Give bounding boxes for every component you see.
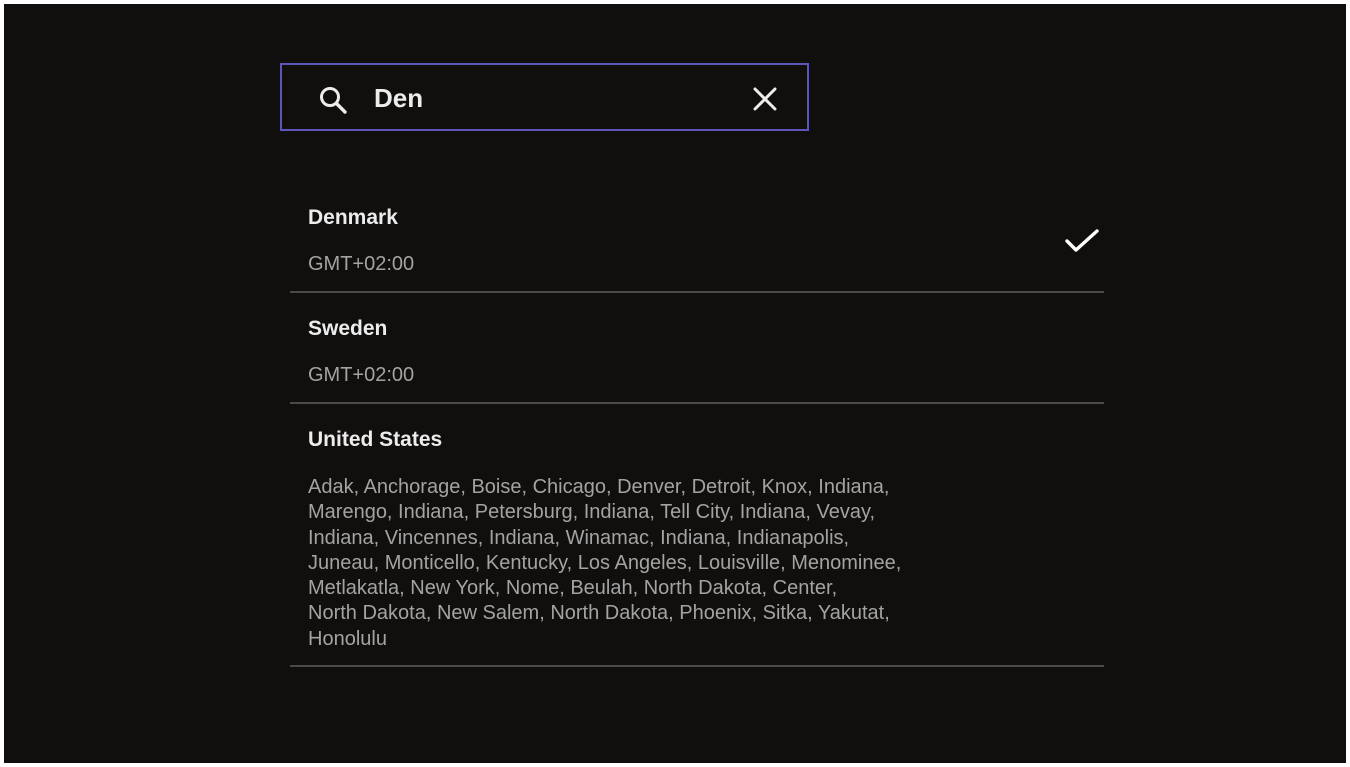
list-item-sweden[interactable]: Sweden GMT+02:00	[290, 293, 1104, 404]
timezone-search-screen: Denmark GMT+02:00 Sweden GMT+02:00 Unite…	[4, 4, 1346, 763]
list-item-timezone: GMT+02:00	[308, 253, 415, 275]
list-item-timezone: GMT+02:00	[308, 364, 415, 386]
list-item-title: Sweden	[308, 317, 388, 340]
list-item-denmark[interactable]: Denmark GMT+02:00	[290, 188, 1104, 293]
search-icon	[320, 87, 347, 114]
list-item-cities: Adak, Anchorage, Boise, Chicago, Denver,…	[308, 475, 1048, 652]
cities-line: Honolulu	[308, 627, 387, 650]
cities-line: Indiana, Vincennes, Indiana, Winamac, In…	[308, 526, 850, 549]
search-input[interactable]	[374, 79, 734, 117]
checkmark-icon	[1065, 229, 1099, 252]
list-item-title: United States	[308, 428, 443, 451]
cities-line: Marengo, Indiana, Petersburg, Indiana, T…	[308, 501, 876, 524]
search-box[interactable]	[280, 63, 809, 131]
cities-line: Juneau, Monticello, Kentucky, Los Angele…	[308, 551, 902, 574]
cities-line: Metlakatla, New York, Nome, Beulah, Nort…	[308, 577, 838, 600]
timezone-results-list: Denmark GMT+02:00 Sweden GMT+02:00 Unite…	[290, 188, 1104, 667]
cities-line: North Dakota, New Salem, North Dakota, P…	[308, 602, 890, 625]
cities-line: Adak, Anchorage, Boise, Chicago, Denver,…	[308, 476, 890, 498]
list-item-title: Denmark	[308, 206, 398, 229]
close-icon[interactable]	[752, 86, 778, 112]
list-item-united-states[interactable]: United States Adak, Anchorage, Boise, Ch…	[290, 404, 1104, 667]
